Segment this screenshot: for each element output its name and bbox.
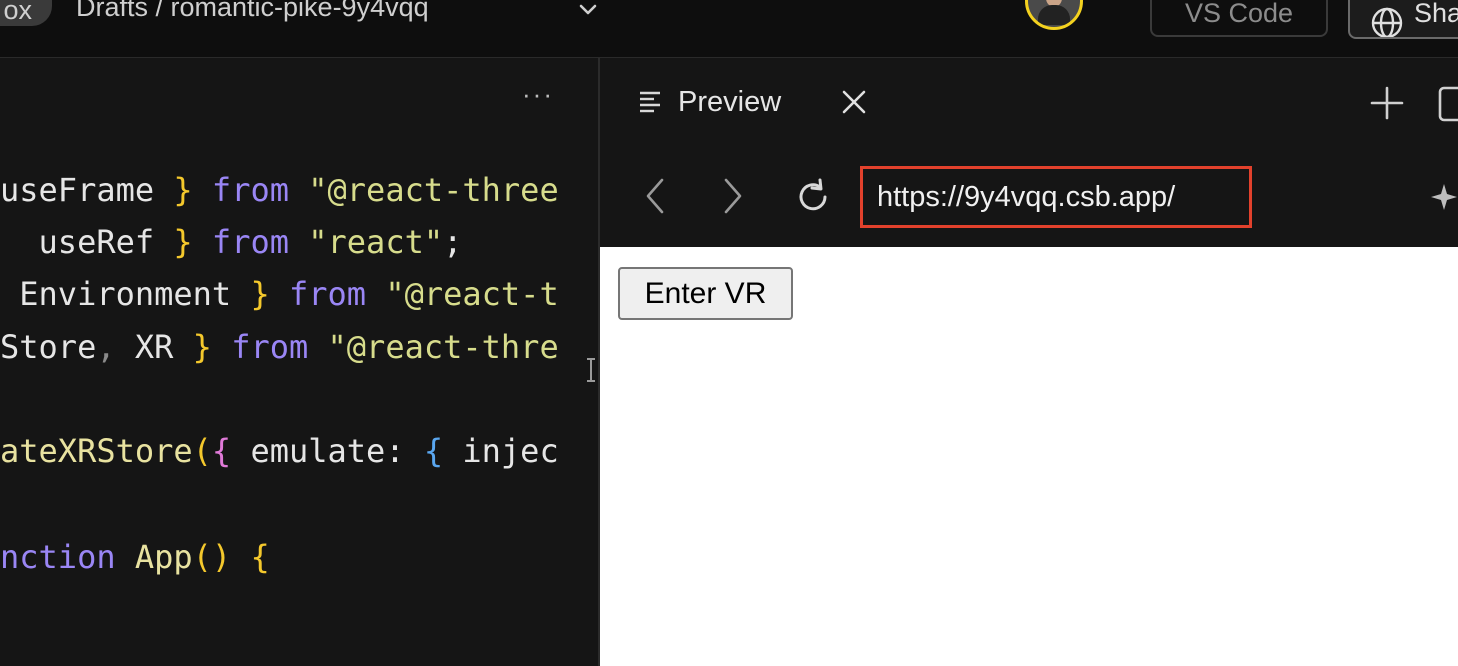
- code-token: {: [423, 432, 444, 470]
- tab-preview-label: Preview: [678, 85, 782, 118]
- vscode-button[interactable]: VS Code: [1150, 0, 1328, 37]
- share-button-label: Share: [1414, 0, 1458, 28]
- tab-preview[interactable]: Preview: [638, 80, 781, 124]
- code-token: (: [192, 432, 212, 470]
- chevron-down-icon[interactable]: [574, 0, 602, 24]
- code-token: "@react-thre: [327, 328, 559, 366]
- share-button[interactable]: Share: [1348, 0, 1458, 39]
- code-token: injec: [443, 432, 559, 470]
- code-token: }: [250, 275, 270, 313]
- code-token: {: [250, 538, 270, 576]
- code-token: nction: [0, 538, 135, 576]
- code-line: nction App() {: [0, 537, 270, 577]
- reload-icon[interactable]: [794, 178, 832, 216]
- sparkle-icon[interactable]: [1430, 182, 1458, 214]
- top-bar: ox Drafts / romantic-pike-9y4vqq VS Code…: [0, 0, 1458, 58]
- avatar[interactable]: [1025, 0, 1083, 30]
- avatar-body: [1038, 5, 1070, 25]
- code-line: ateXRStore({ emulate: { injec: [0, 431, 559, 471]
- close-icon[interactable]: [840, 88, 868, 116]
- enter-vr-button[interactable]: Enter VR: [618, 267, 793, 320]
- add-tab-icon[interactable]: [1370, 86, 1404, 120]
- code-token: XR: [115, 328, 193, 366]
- code-token: from: [269, 275, 386, 313]
- text-cursor-icon: [587, 358, 595, 382]
- code-editor[interactable]: ··· useFrame } from "@react-three useRef…: [0, 58, 598, 666]
- code-line: useFrame } from "@react-three: [0, 170, 559, 210]
- preview-lines-icon: [640, 91, 660, 113]
- breadcrumb[interactable]: Drafts / romantic-pike-9y4vqq: [76, 0, 429, 26]
- brand-pill[interactable]: ox: [0, 0, 52, 26]
- preview-viewport: Enter VR: [600, 247, 1458, 666]
- code-token: from: [192, 223, 309, 261]
- code-token: App: [134, 538, 193, 576]
- code-token: Environment: [0, 275, 251, 313]
- code-token: ,: [96, 328, 116, 366]
- code-token: (): [192, 538, 232, 576]
- code-token: from: [192, 171, 309, 209]
- code-line: Environment } from "@react-t: [0, 274, 559, 314]
- layout-icon[interactable]: [1438, 86, 1458, 122]
- code-token: ateXRStore: [0, 432, 193, 470]
- code-token: "@react-t: [385, 275, 559, 313]
- code-token: }: [173, 223, 193, 261]
- preview-panel: Preview https://9y4vqq.csb.app/ Enter VR: [600, 58, 1458, 666]
- code-token: "react": [308, 223, 444, 261]
- code-token: from: [211, 328, 328, 366]
- code-token: emulate:: [231, 432, 424, 470]
- forward-icon[interactable]: [722, 178, 744, 214]
- code-token: useFrame: [0, 171, 174, 209]
- code-token: }: [173, 171, 193, 209]
- code-token: "@react-three: [308, 171, 559, 209]
- code-line: useRef } from "react";: [0, 222, 463, 262]
- back-icon[interactable]: [644, 178, 666, 214]
- code-token: ;: [443, 223, 463, 261]
- more-options-icon[interactable]: ···: [522, 81, 562, 107]
- url-input[interactable]: https://9y4vqq.csb.app/: [860, 166, 1252, 228]
- globe-icon: [1371, 7, 1403, 37]
- code-token: {: [211, 432, 232, 470]
- code-token: useRef: [0, 223, 174, 261]
- code-line: Store, XR } from "@react-thre: [0, 327, 559, 367]
- code-token: Store: [0, 328, 97, 366]
- code-token: }: [192, 328, 212, 366]
